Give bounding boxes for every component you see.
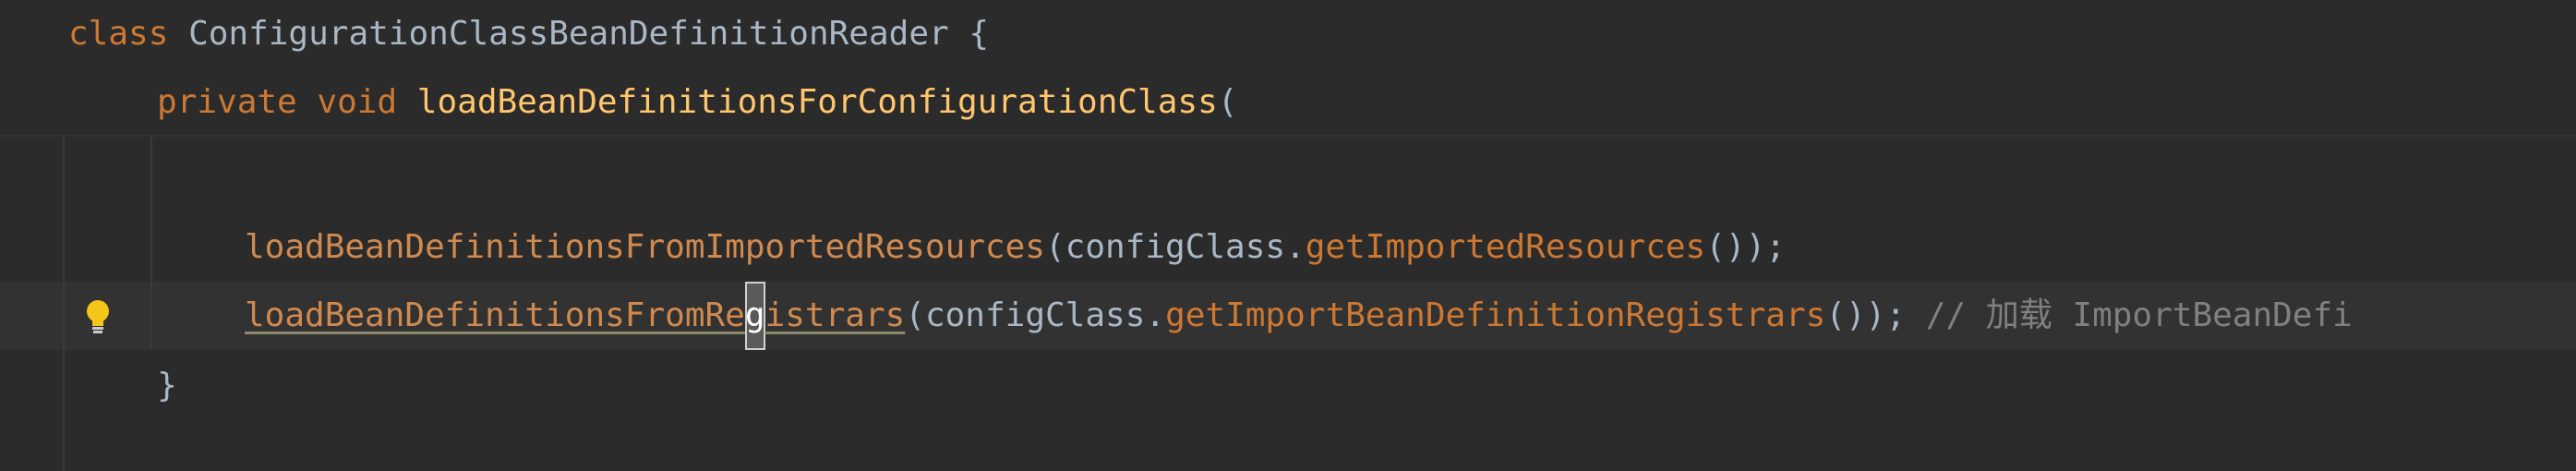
code-line-method-declaration[interactable]: private void loadBeanDefinitionsForConfi… (157, 68, 1237, 137)
open-paren: ( (1217, 83, 1238, 121)
method-call-part: istrars (764, 296, 906, 334)
dot: . (1145, 296, 1166, 334)
close-paren: ()); (1705, 228, 1786, 266)
class-name: ConfigurationClassBeanDefinitionReader (188, 15, 949, 53)
text-caret: g (744, 282, 765, 350)
close-paren: ()); (1825, 296, 1907, 334)
argument-method-call[interactable]: getImportBeanDefinitionRegistrars (1165, 296, 1825, 334)
open-brace: { (969, 15, 990, 53)
open-paren: ( (1044, 228, 1065, 266)
line-comment: // 加载 ImportBeanDefi (1925, 296, 2353, 334)
method-name: loadBeanDefinitionsForConfigurationClass (416, 83, 1218, 121)
method-call[interactable]: loadBeanDefinitionsFromImportedResources (245, 228, 1045, 266)
close-brace: } (157, 367, 177, 405)
code-line-registrars[interactable]: loadBeanDefinitionsFromRegistrars(config… (245, 282, 2353, 350)
method-call[interactable]: loadBeanDefinitionsFromRegistrars (245, 282, 906, 350)
keyword-private: private (157, 83, 297, 121)
argument-object: configClass (924, 296, 1146, 334)
code-line-close-brace[interactable]: } (157, 352, 177, 420)
code-line-imported-resources[interactable]: loadBeanDefinitionsFromImportedResources… (245, 213, 1786, 282)
code-editor[interactable]: class ConfigurationClassBeanDefinitionRe… (0, 0, 2576, 471)
method-call-part: loadBeanDefinitionsFromRe (245, 296, 745, 334)
keyword-class: class (68, 15, 169, 53)
indent-guide (63, 137, 65, 471)
lightbulb-icon[interactable] (81, 296, 114, 337)
argument-method-call[interactable]: getImportedResources (1306, 228, 1705, 266)
dot: . (1285, 228, 1306, 266)
argument-object: configClass (1065, 228, 1286, 266)
code-line-class-declaration[interactable]: class ConfigurationClassBeanDefinitionRe… (68, 0, 989, 68)
indent-guide (150, 137, 152, 349)
keyword-void: void (317, 83, 398, 121)
open-paren: ( (905, 296, 925, 334)
